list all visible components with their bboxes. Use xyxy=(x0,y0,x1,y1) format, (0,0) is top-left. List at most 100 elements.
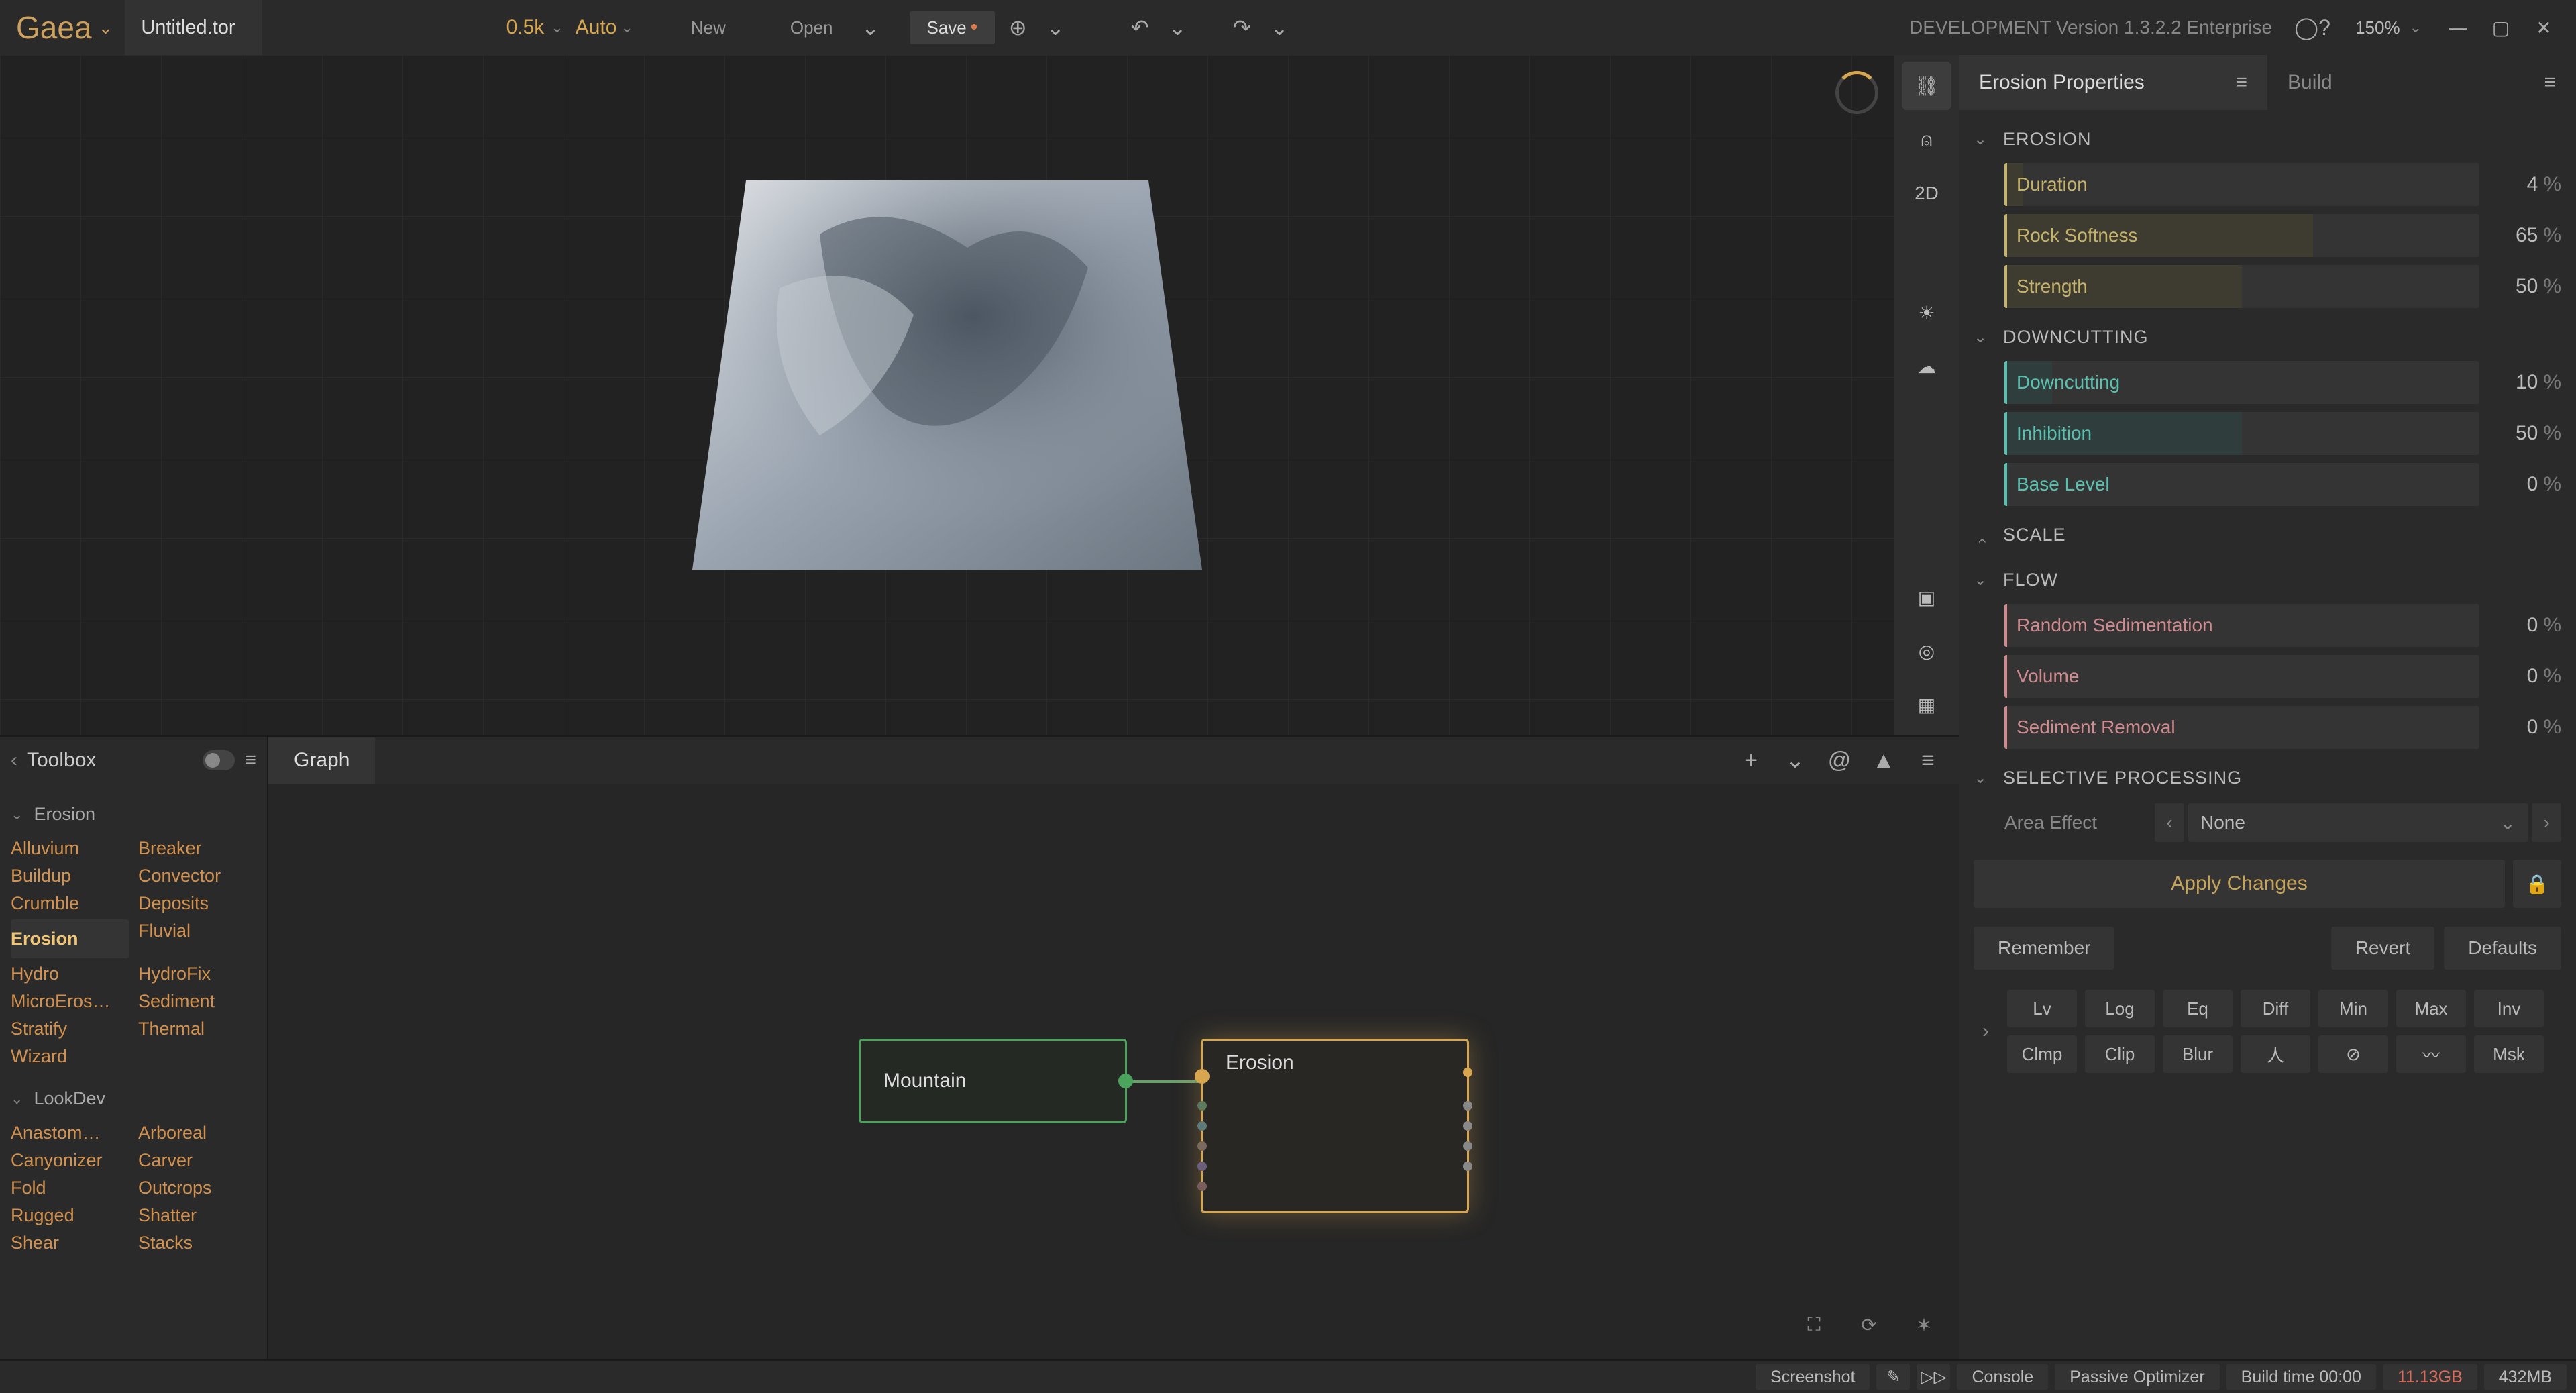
add-chevron-icon[interactable]: ⌄ xyxy=(1036,9,1074,46)
property-slider[interactable]: Downcutting10% xyxy=(2004,361,2561,404)
toolbox-menu-icon[interactable]: ≡ xyxy=(244,749,256,772)
modifier-chip[interactable]: Clip xyxy=(2085,1035,2155,1073)
toolbox-item[interactable]: Shatter xyxy=(138,1204,256,1227)
edit-icon[interactable]: ✎ xyxy=(1876,1364,1910,1390)
node-port[interactable] xyxy=(1463,1162,1472,1171)
modifier-chip[interactable]: 人 xyxy=(2241,1035,2310,1073)
save-button[interactable]: Save• xyxy=(910,11,996,44)
property-slider[interactable]: Volume0% xyxy=(2004,655,2561,698)
node-port[interactable] xyxy=(1463,1121,1472,1131)
toolbox-item[interactable]: Breaker xyxy=(138,837,256,860)
graph-refresh-icon[interactable]: ⟳ xyxy=(1850,1306,1888,1343)
new-button[interactable]: New xyxy=(672,0,745,55)
property-slider[interactable]: Random Sedimentation0% xyxy=(2004,604,2561,647)
lock-icon[interactable]: 🔒 xyxy=(2513,860,2561,908)
toolbox-item[interactable]: Wizard xyxy=(11,1045,129,1068)
open-chevron-icon[interactable]: ⌄ xyxy=(852,9,890,46)
toolbox-item[interactable]: Shear xyxy=(11,1231,129,1255)
toolbox-item[interactable]: Canyonizer xyxy=(11,1149,129,1172)
toolbox-item[interactable]: Fluvial xyxy=(138,919,256,958)
toolbox-item[interactable]: Deposits xyxy=(138,892,256,915)
toolbox-collapse-icon[interactable]: ‹ xyxy=(11,749,17,772)
node-mountain[interactable]: Mountain xyxy=(859,1039,1127,1123)
toolbox-item[interactable]: MicroEros… xyxy=(11,990,129,1013)
graph-add-icon[interactable]: + xyxy=(1732,741,1770,779)
zoom-value[interactable]: 150% xyxy=(2355,17,2400,38)
toolbox-item[interactable]: Stacks xyxy=(138,1231,256,1255)
grid-icon[interactable]: ▦ xyxy=(1902,680,1951,729)
property-group-header[interactable]: ⌄EROSION xyxy=(1974,123,2561,155)
property-group-header[interactable]: ⌄SELECTIVE PROCESSING xyxy=(1974,762,2561,794)
toolbox-item[interactable]: Arboreal xyxy=(138,1121,256,1145)
compass-icon[interactable]: ◎ xyxy=(1902,627,1951,675)
property-slider[interactable]: Duration4% xyxy=(2004,163,2561,206)
area-next-icon[interactable]: › xyxy=(2532,803,2561,842)
property-slider[interactable]: Rock Softness65% xyxy=(2004,214,2561,257)
modifier-chip[interactable]: Min xyxy=(2318,990,2388,1027)
toolbox-item[interactable]: Buildup xyxy=(11,864,129,888)
graph-flame-icon[interactable]: ▲ xyxy=(1865,741,1902,779)
link-icon[interactable]: ⛓ xyxy=(1902,62,1951,110)
zoom-chevron-icon[interactable]: ⌄ xyxy=(2406,19,2434,36)
resolution-value[interactable]: 0.5k xyxy=(504,16,547,39)
graph-layout-icon[interactable]: ✶ xyxy=(1905,1306,1943,1343)
node-mountain-out-port[interactable] xyxy=(1118,1074,1133,1088)
add-icon[interactable]: ⊕ xyxy=(999,9,1036,46)
screenshot-button[interactable]: Screenshot xyxy=(1756,1364,1870,1390)
redo-chevron-icon[interactable]: ⌄ xyxy=(1260,9,1298,46)
property-slider[interactable]: Sediment Removal0% xyxy=(2004,706,2561,749)
open-button[interactable]: Open xyxy=(771,0,852,55)
toolbox-item[interactable]: Thermal xyxy=(138,1017,256,1041)
property-group-header[interactable]: ⌄FLOW xyxy=(1974,564,2561,596)
viewport-3d[interactable] xyxy=(0,55,1894,735)
toolbox-item[interactable]: Convector xyxy=(138,864,256,888)
modifier-chip[interactable]: ⊘ xyxy=(2318,1035,2388,1073)
modifier-chip[interactable]: Msk xyxy=(2474,1035,2544,1073)
toolbox-toggle[interactable] xyxy=(203,750,235,770)
tab-build[interactable]: Build ≡ xyxy=(2267,55,2576,110)
modifier-chip[interactable]: Inv xyxy=(2474,990,2544,1027)
toolbox-item[interactable]: Outcrops xyxy=(138,1176,256,1200)
property-slider[interactable]: Strength50% xyxy=(2004,265,2561,308)
node-erosion-in-port[interactable] xyxy=(1195,1069,1210,1084)
sun-icon[interactable]: ☀ xyxy=(1902,289,1951,337)
auto-mode[interactable]: Auto xyxy=(576,16,617,39)
passive-optimizer[interactable]: Passive Optimizer xyxy=(2055,1364,2219,1390)
toolbox-item[interactable]: Crumble xyxy=(11,892,129,915)
maximize-icon[interactable]: ▢ xyxy=(2482,13,2520,42)
property-group-header[interactable]: ⌄DOWNCUTTING xyxy=(1974,321,2561,353)
apply-changes-button[interactable]: Apply Changes xyxy=(1974,860,2505,908)
toolbox-item[interactable]: Erosion xyxy=(11,919,129,958)
modifier-chip[interactable]: 〰 xyxy=(2396,1035,2466,1073)
node-port[interactable] xyxy=(1197,1121,1207,1131)
modifier-chip[interactable]: Max xyxy=(2396,990,2466,1027)
modifier-chip[interactable]: Clmp xyxy=(2007,1035,2077,1073)
graph-menu-icon[interactable]: ≡ xyxy=(1909,741,1947,779)
mode-2d-button[interactable]: 2D xyxy=(1902,169,1951,217)
toolbox-item[interactable]: Fold xyxy=(11,1176,129,1200)
graph-add-chevron-icon[interactable]: ⌄ xyxy=(1776,741,1814,779)
document-name[interactable]: Untitled.tor xyxy=(125,0,262,55)
toolbox-item[interactable] xyxy=(138,1045,256,1068)
redo-icon[interactable]: ↷ xyxy=(1223,9,1260,46)
node-port[interactable] xyxy=(1197,1101,1207,1111)
property-group-header[interactable]: ›SCALE xyxy=(1974,519,2561,551)
modifier-chip[interactable]: Lv xyxy=(2007,990,2077,1027)
tab-build-menu-icon[interactable]: ≡ xyxy=(2544,71,2556,94)
node-port[interactable] xyxy=(1463,1101,1472,1111)
app-logo[interactable]: Gaea ⌄ xyxy=(0,9,125,46)
help-icon[interactable]: ◯? xyxy=(2294,9,2331,46)
modifier-chip[interactable]: Log xyxy=(2085,990,2155,1027)
node-port[interactable] xyxy=(1197,1162,1207,1171)
property-slider[interactable]: Inhibition50% xyxy=(2004,412,2561,455)
console-button[interactable]: Console xyxy=(1957,1364,2048,1390)
area-prev-icon[interactable]: ‹ xyxy=(2155,803,2184,842)
node-port[interactable] xyxy=(1197,1141,1207,1151)
toolbox-item[interactable]: HydroFix xyxy=(138,962,256,986)
toolbox-item[interactable]: Hydro xyxy=(11,962,129,986)
minimize-icon[interactable]: — xyxy=(2439,13,2477,42)
resolution-chevron-icon[interactable]: ⌄ xyxy=(547,19,575,36)
cloud-icon[interactable]: ☁ xyxy=(1902,342,1951,391)
chips-expand-icon[interactable]: › xyxy=(1974,990,1998,1073)
toolbox-group-header[interactable]: ⌄LookDev xyxy=(11,1083,256,1115)
